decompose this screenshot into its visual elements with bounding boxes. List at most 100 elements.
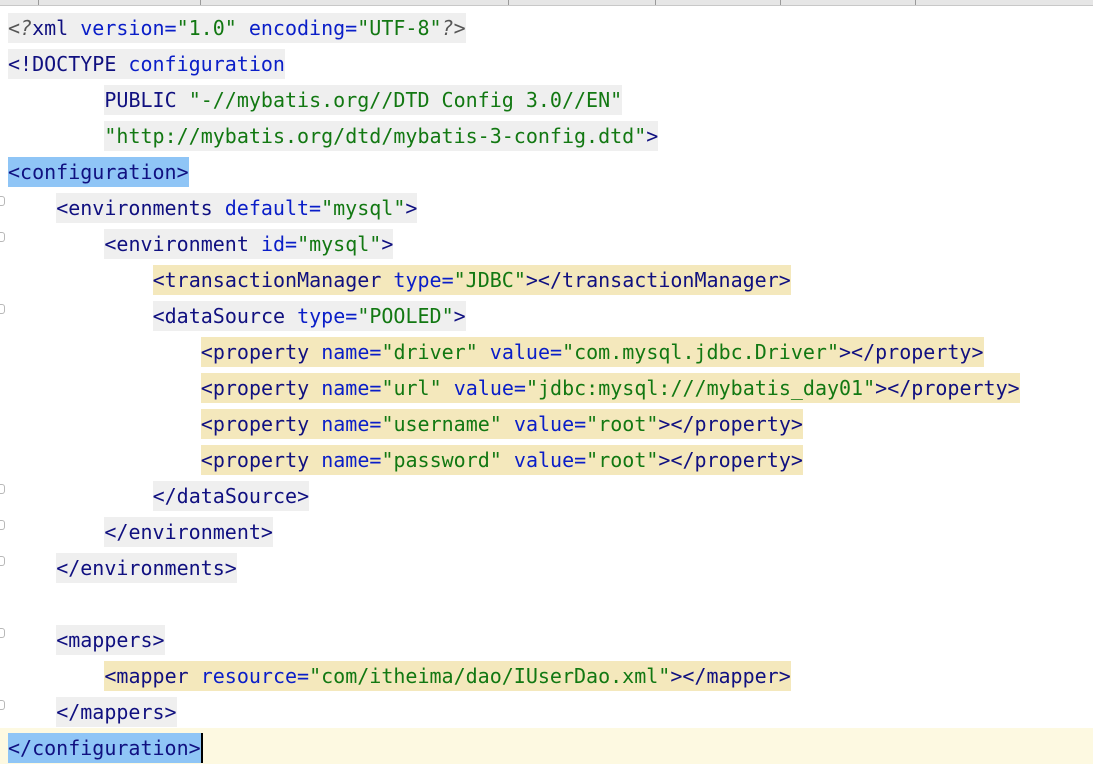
code-token: value=	[501, 411, 587, 436]
code-token: "UTF-8"	[357, 15, 442, 40]
tab-divider	[200, 0, 201, 5]
code-line[interactable]: <!DOCTYPE configuration	[8, 44, 1093, 80]
fold-marker-icon[interactable]	[0, 556, 5, 566]
code-token-group: <?xml version="1.0" encoding="UTF-8"?>	[8, 12, 466, 43]
code-token: ></transactionManager>	[525, 267, 791, 292]
code-token-group: <mapper resource="com/itheima/dao/IUserD…	[104, 660, 791, 691]
code-token: "root"	[586, 447, 659, 472]
code-line[interactable]	[8, 584, 1093, 620]
code-line[interactable]: <property name="password" value="root"><…	[8, 440, 1093, 476]
code-token: PUBLIC	[104, 87, 189, 112]
code-line[interactable]: <property name="username" value="root"><…	[8, 404, 1093, 440]
code-line[interactable]: <mapper resource="com/itheima/dao/IUserD…	[8, 656, 1093, 692]
code-token: "url"	[381, 375, 442, 400]
code-token: "mysql"	[321, 195, 406, 220]
code-token: configuration	[128, 51, 285, 76]
code-token: xml	[32, 15, 81, 40]
code-token: ></property>	[658, 447, 803, 472]
code-line[interactable]: <transactionManager type="JDBC"></transa…	[8, 260, 1093, 296]
code-editor[interactable]: <?xml version="1.0" encoding="UTF-8"?> <!…	[0, 8, 1093, 764]
code-token: >	[453, 303, 466, 328]
code-token: <dataSource	[152, 303, 298, 328]
code-line[interactable]: <dataSource type="POOLED">	[8, 296, 1093, 332]
code-token: <!DOCTYPE	[8, 51, 129, 76]
code-token: </configuration>	[8, 735, 201, 760]
code-token: value=	[477, 339, 563, 364]
code-token: >	[405, 195, 418, 220]
code-line[interactable]: </dataSource>	[8, 476, 1093, 512]
code-line[interactable]: <property name="url" value="jdbc:mysql:/…	[8, 368, 1093, 404]
code-token: </mappers>	[56, 699, 177, 724]
code-token-group: <property name="username" value="root"><…	[200, 408, 803, 439]
code-token-group: </dataSource>	[152, 480, 310, 511]
code-token: ></property>	[658, 411, 803, 436]
code-line[interactable]: </environments>	[8, 548, 1093, 584]
code-token: "JDBC"	[453, 267, 526, 292]
code-line[interactable]: </configuration>	[0, 728, 1093, 764]
code-token-group: <property name="url" value="jdbc:mysql:/…	[200, 372, 1020, 403]
code-token-group: <transactionManager type="JDBC"></transa…	[152, 264, 791, 295]
tab-divider	[780, 0, 781, 5]
code-token: "http://mybatis.org/dtd/mybatis-3-config…	[104, 123, 647, 148]
editor-tab-bar	[0, 0, 1093, 6]
code-token-group: <environment id="mysql">	[104, 228, 394, 259]
code-token: value=	[501, 447, 587, 472]
code-token: "username"	[381, 411, 502, 436]
code-token: <?	[8, 15, 33, 40]
code-token: >	[646, 123, 659, 148]
fold-marker-icon[interactable]	[0, 196, 5, 206]
fold-marker-icon[interactable]	[0, 628, 5, 638]
code-token: ></mapper>	[670, 663, 791, 688]
code-token-group: <property name="driver" value="com.mysql…	[200, 336, 984, 367]
fold-marker-icon[interactable]	[0, 520, 5, 530]
fold-marker-icon[interactable]	[0, 700, 5, 710]
code-token: type=	[297, 303, 358, 328]
tab-divider	[655, 0, 656, 5]
code-line[interactable]: "http://mybatis.org/dtd/mybatis-3-config…	[8, 116, 1093, 152]
editor-gutter	[0, 6, 8, 763]
code-token: <property	[200, 447, 322, 472]
fold-marker-icon[interactable]	[0, 484, 5, 494]
code-token: "POOLED"	[357, 303, 454, 328]
code-line[interactable]: </mappers>	[8, 692, 1093, 728]
code-line[interactable]: <environments default="mysql">	[8, 188, 1093, 224]
code-line[interactable]: <mappers>	[8, 620, 1093, 656]
code-line[interactable]: PUBLIC "-//mybatis.org//DTD Config 3.0//…	[8, 80, 1093, 116]
code-token-group: <configuration>	[8, 156, 189, 187]
code-token: <mappers>	[56, 627, 165, 652]
code-token: <property	[200, 375, 322, 400]
code-token: <property	[200, 411, 322, 436]
code-token: <property	[200, 339, 322, 364]
code-token-group: </environment>	[104, 516, 273, 547]
code-token-group: PUBLIC "-//mybatis.org//DTD Config 3.0//…	[104, 84, 623, 115]
code-token: type=	[393, 267, 454, 292]
code-token-group: </mappers>	[56, 696, 177, 727]
code-token-group: <dataSource type="POOLED">	[152, 300, 466, 331]
code-line[interactable]: <configuration>	[8, 152, 1093, 188]
code-token: "jdbc:mysql:///mybatis_day01"	[525, 375, 876, 400]
code-token: "com/itheima/dao/IUserDao.xml"	[309, 663, 671, 688]
code-token: value=	[441, 375, 526, 400]
code-line[interactable]: <environment id="mysql">	[8, 224, 1093, 260]
code-token: "root"	[586, 411, 659, 436]
code-line[interactable]: <?xml version="1.0" encoding="UTF-8"?>	[8, 8, 1093, 44]
code-line[interactable]: </environment>	[8, 512, 1093, 548]
code-token: ?>	[441, 15, 466, 40]
code-token: >	[381, 231, 394, 256]
code-token-group: <environments default="mysql">	[56, 192, 418, 223]
code-token: default=	[224, 195, 322, 220]
code-token: name=	[321, 447, 382, 472]
code-token: name=	[321, 339, 382, 364]
code-token: ></property>	[875, 375, 1020, 400]
code-token: resource=	[200, 663, 310, 688]
code-token-group: <property name="password" value="root"><…	[200, 444, 803, 475]
code-token: <transactionManager	[152, 267, 394, 292]
fold-marker-icon[interactable]	[0, 232, 5, 242]
code-token: "driver"	[381, 339, 478, 364]
code-token: ></property>	[839, 339, 984, 364]
code-token: id=	[260, 231, 298, 256]
code-line[interactable]: <property name="driver" value="com.mysql…	[8, 332, 1093, 368]
fold-marker-icon[interactable]	[0, 304, 5, 314]
code-token: "password"	[381, 447, 502, 472]
code-token: <mapper	[104, 663, 201, 688]
